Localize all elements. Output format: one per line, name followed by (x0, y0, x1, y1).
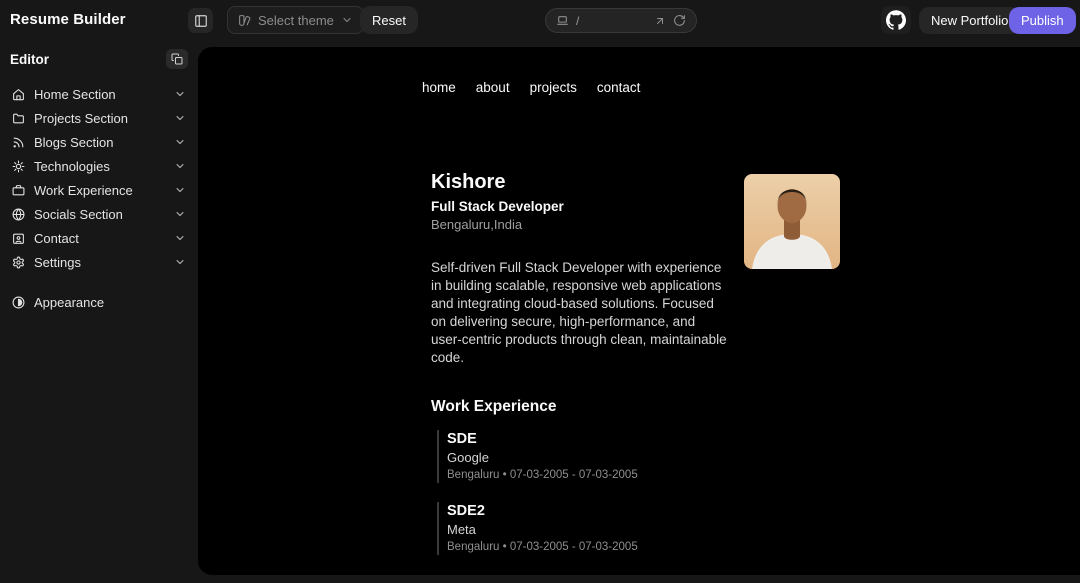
hero-summary: Self-driven Full Stack Developer with ex… (431, 259, 727, 367)
sidebar-item-label: Appearance (34, 295, 186, 310)
editor-sidebar: Editor Home Section Projects Section Blo… (0, 40, 198, 583)
portfolio-preview-panel: home about projects contact Kishore Full… (198, 47, 1080, 575)
sidebar-item-work-experience[interactable]: Work Experience (10, 178, 188, 202)
sidebar-item-label: Projects Section (34, 111, 165, 126)
sidebar-item-socials-section[interactable]: Socials Section (10, 202, 188, 226)
sidebar-item-technologies[interactable]: Technologies (10, 154, 188, 178)
chevron-down-icon (174, 256, 186, 268)
sidebar-item-appearance[interactable]: Appearance (10, 290, 188, 314)
sidebar-item-label: Socials Section (34, 207, 165, 222)
url-input[interactable]: / (576, 14, 647, 28)
work-experience-heading: Work Experience (431, 398, 557, 416)
nav-link-home[interactable]: home (422, 80, 456, 95)
profile-photo (744, 174, 840, 269)
app-header: Resume Builder Select theme Reset / New (0, 0, 1080, 40)
folder-icon (12, 112, 25, 125)
select-theme-dropdown[interactable]: Select theme (227, 6, 364, 34)
home-icon (12, 88, 25, 101)
swatch-book-icon (238, 14, 251, 27)
work-entry-meta: Bengaluru • 07-03-2005 - 07-03-2005 (447, 541, 638, 553)
work-entry-meta: Bengaluru • 07-03-2005 - 07-03-2005 (447, 469, 638, 481)
preview-nav: home about projects contact (422, 80, 640, 95)
globe-icon (12, 208, 25, 221)
github-icon (886, 10, 906, 30)
new-portfolio-button[interactable]: New Portfolio (919, 7, 1020, 34)
laptop-icon (556, 14, 569, 27)
sidebar-item-settings[interactable]: Settings (10, 250, 188, 274)
chevron-down-icon (174, 88, 186, 100)
work-entry-company: Google (447, 450, 638, 465)
chevron-down-icon (174, 112, 186, 124)
sidebar-item-blogs-section[interactable]: Blogs Section (10, 130, 188, 154)
gear-icon (12, 256, 25, 269)
nav-link-about[interactable]: about (476, 80, 510, 95)
rss-icon (12, 136, 25, 149)
work-entry-title: SDE (447, 431, 638, 447)
copy-icon (171, 53, 183, 65)
hero-name: Kishore (431, 171, 505, 194)
work-entry: SDE Google Bengaluru • 07-03-2005 - 07-0… (437, 430, 638, 483)
chevron-down-icon (174, 136, 186, 148)
sidebar-item-label: Settings (34, 255, 165, 270)
sidebar-item-label: Work Experience (34, 183, 165, 198)
sidebar-item-projects-section[interactable]: Projects Section (10, 106, 188, 130)
cog-icon (12, 160, 25, 173)
sidebar-toggle-button[interactable] (188, 8, 213, 33)
chevron-down-icon (341, 14, 353, 26)
briefcase-icon (12, 184, 25, 197)
chevron-down-icon (174, 160, 186, 172)
panel-left-icon (194, 14, 208, 28)
preview-url-bar[interactable]: / (545, 8, 697, 33)
chevron-down-icon (174, 208, 186, 220)
copy-sections-button[interactable] (166, 49, 188, 69)
sidebar-item-label: Home Section (34, 87, 165, 102)
work-entry-company: Meta (447, 522, 638, 537)
work-entry-title: SDE2 (447, 503, 638, 519)
nav-link-projects[interactable]: projects (530, 80, 577, 95)
hero-role: Full Stack Developer (431, 199, 564, 214)
sidebar-item-label: Contact (34, 231, 165, 246)
github-button[interactable] (881, 6, 911, 34)
sidebar-title: Editor (10, 52, 49, 67)
app-title: Resume Builder (10, 11, 126, 28)
chevron-down-icon (174, 232, 186, 244)
sidebar-item-home-section[interactable]: Home Section (10, 82, 188, 106)
reset-button[interactable]: Reset (360, 6, 418, 34)
sidebar-item-label: Technologies (34, 159, 165, 174)
chevron-down-icon (174, 184, 186, 196)
contrast-icon (12, 296, 25, 309)
publish-button[interactable]: Publish (1009, 7, 1076, 34)
id-card-icon (12, 232, 25, 245)
select-theme-label: Select theme (258, 13, 334, 28)
work-entry: SDE2 Meta Bengaluru • 07-03-2005 - 07-03… (437, 502, 638, 555)
sidebar-item-contact[interactable]: Contact (10, 226, 188, 250)
open-external-icon[interactable] (654, 15, 666, 27)
nav-link-contact[interactable]: contact (597, 80, 641, 95)
sidebar-item-label: Blogs Section (34, 135, 165, 150)
hero-location: Bengaluru,India (431, 217, 522, 232)
refresh-icon[interactable] (673, 14, 686, 27)
